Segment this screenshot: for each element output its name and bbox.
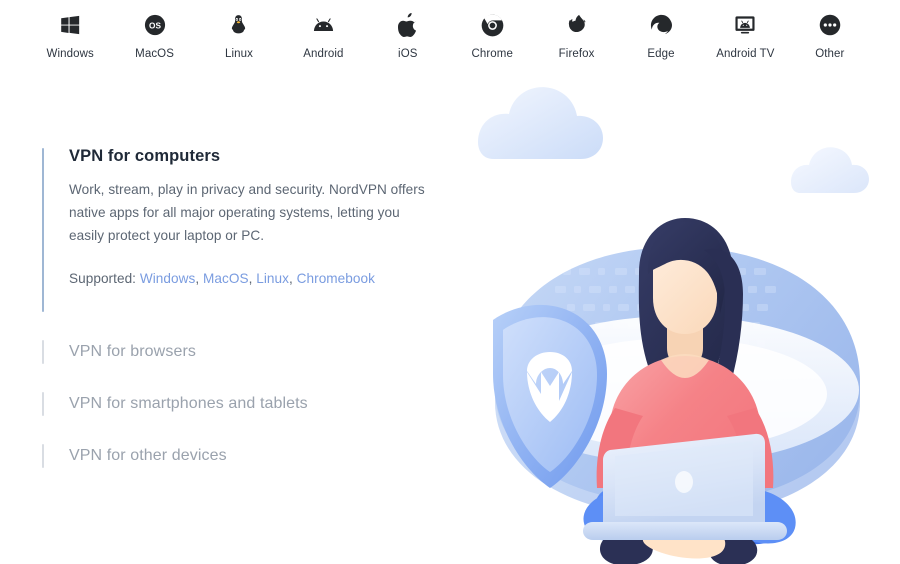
- svg-text:OS: OS: [149, 21, 161, 30]
- accordion-title: VPN for computers: [69, 147, 221, 165]
- content-area: VPN for computers Work, stream, play in …: [0, 72, 900, 564]
- accordion-title: VPN for smartphones and tablets: [69, 395, 308, 412]
- platform-label: Edge: [647, 48, 675, 60]
- cloud-large-icon: [478, 87, 603, 159]
- ios-icon: [397, 10, 418, 40]
- accordion-item-vpn-for-computers[interactable]: VPN for computers Work, stream, play in …: [42, 145, 442, 315]
- platform-item-linux[interactable]: Linux: [197, 10, 281, 61]
- windows-icon: [59, 10, 81, 40]
- cloud-small-icon: [791, 147, 869, 193]
- platform-label: Android: [303, 48, 344, 60]
- platform-label: Android TV: [716, 48, 775, 60]
- supported-separator: ,: [248, 271, 253, 286]
- platform-item-android-tv[interactable]: Android TV: [703, 10, 787, 61]
- platform-item-edge[interactable]: Edge: [619, 10, 703, 61]
- accordion-item-vpn-for-other-devices[interactable]: VPN for other devices: [42, 441, 442, 471]
- accordion-description: Work, stream, play in privacy and securi…: [69, 182, 425, 243]
- platform-label: Other: [815, 48, 845, 60]
- platform-item-other[interactable]: Other: [788, 10, 872, 61]
- linux-icon: [228, 10, 249, 40]
- supported-line: Supported: Windows, MacOS, Linux, Chrome…: [69, 269, 442, 289]
- laptop-logo: [675, 471, 693, 493]
- supported-link-macos[interactable]: MacOS: [203, 271, 249, 286]
- supported-link-chromebook[interactable]: Chromebook: [297, 271, 375, 286]
- platform-item-windows[interactable]: Windows: [28, 10, 112, 61]
- edge-icon: [650, 10, 673, 40]
- platform-label: Windows: [46, 48, 94, 60]
- accordion-title: VPN for other devices: [69, 447, 227, 464]
- laptop: [583, 433, 787, 540]
- platform-item-android[interactable]: Android: [281, 10, 365, 61]
- supported-label: Supported:: [69, 271, 137, 286]
- android-tv-icon: [734, 10, 756, 40]
- platform-item-ios[interactable]: iOS: [366, 10, 450, 61]
- supported-link-linux[interactable]: Linux: [256, 271, 289, 286]
- accordion-title: VPN for browsers: [69, 343, 196, 360]
- platform-label: Firefox: [558, 48, 595, 60]
- supported-separator: ,: [288, 271, 293, 286]
- platform-label: Chrome: [471, 48, 513, 60]
- platform-bar: Windows OS MacOS Linux Android iOS Chrom…: [0, 0, 900, 72]
- accordion-item-vpn-for-smartphones-and-tablets[interactable]: VPN for smartphones and tablets: [42, 389, 442, 419]
- firefox-icon: [566, 10, 588, 40]
- platform-item-chrome[interactable]: Chrome: [450, 10, 534, 61]
- supported-separator: ,: [195, 271, 200, 286]
- platform-item-macos[interactable]: OS MacOS: [112, 10, 196, 61]
- platform-label: Linux: [224, 48, 253, 60]
- macos-icon: OS: [144, 10, 166, 40]
- accordion-panel: Work, stream, play in privacy and securi…: [69, 178, 442, 289]
- android-icon: [312, 10, 335, 40]
- platform-item-firefox[interactable]: Firefox: [534, 10, 618, 61]
- chrome-icon: [481, 10, 504, 40]
- other-ellipsis-icon: [819, 10, 841, 40]
- laptop-base: [583, 522, 787, 540]
- accordion-item-vpn-for-browsers[interactable]: VPN for browsers: [42, 337, 442, 367]
- platform-label: iOS: [398, 48, 418, 60]
- illustration-woman-with-laptop-and-shield: [455, 72, 900, 564]
- vpn-accordion: VPN for computers Work, stream, play in …: [42, 145, 442, 471]
- supported-link-windows[interactable]: Windows: [140, 271, 196, 286]
- platform-label: MacOS: [135, 48, 174, 60]
